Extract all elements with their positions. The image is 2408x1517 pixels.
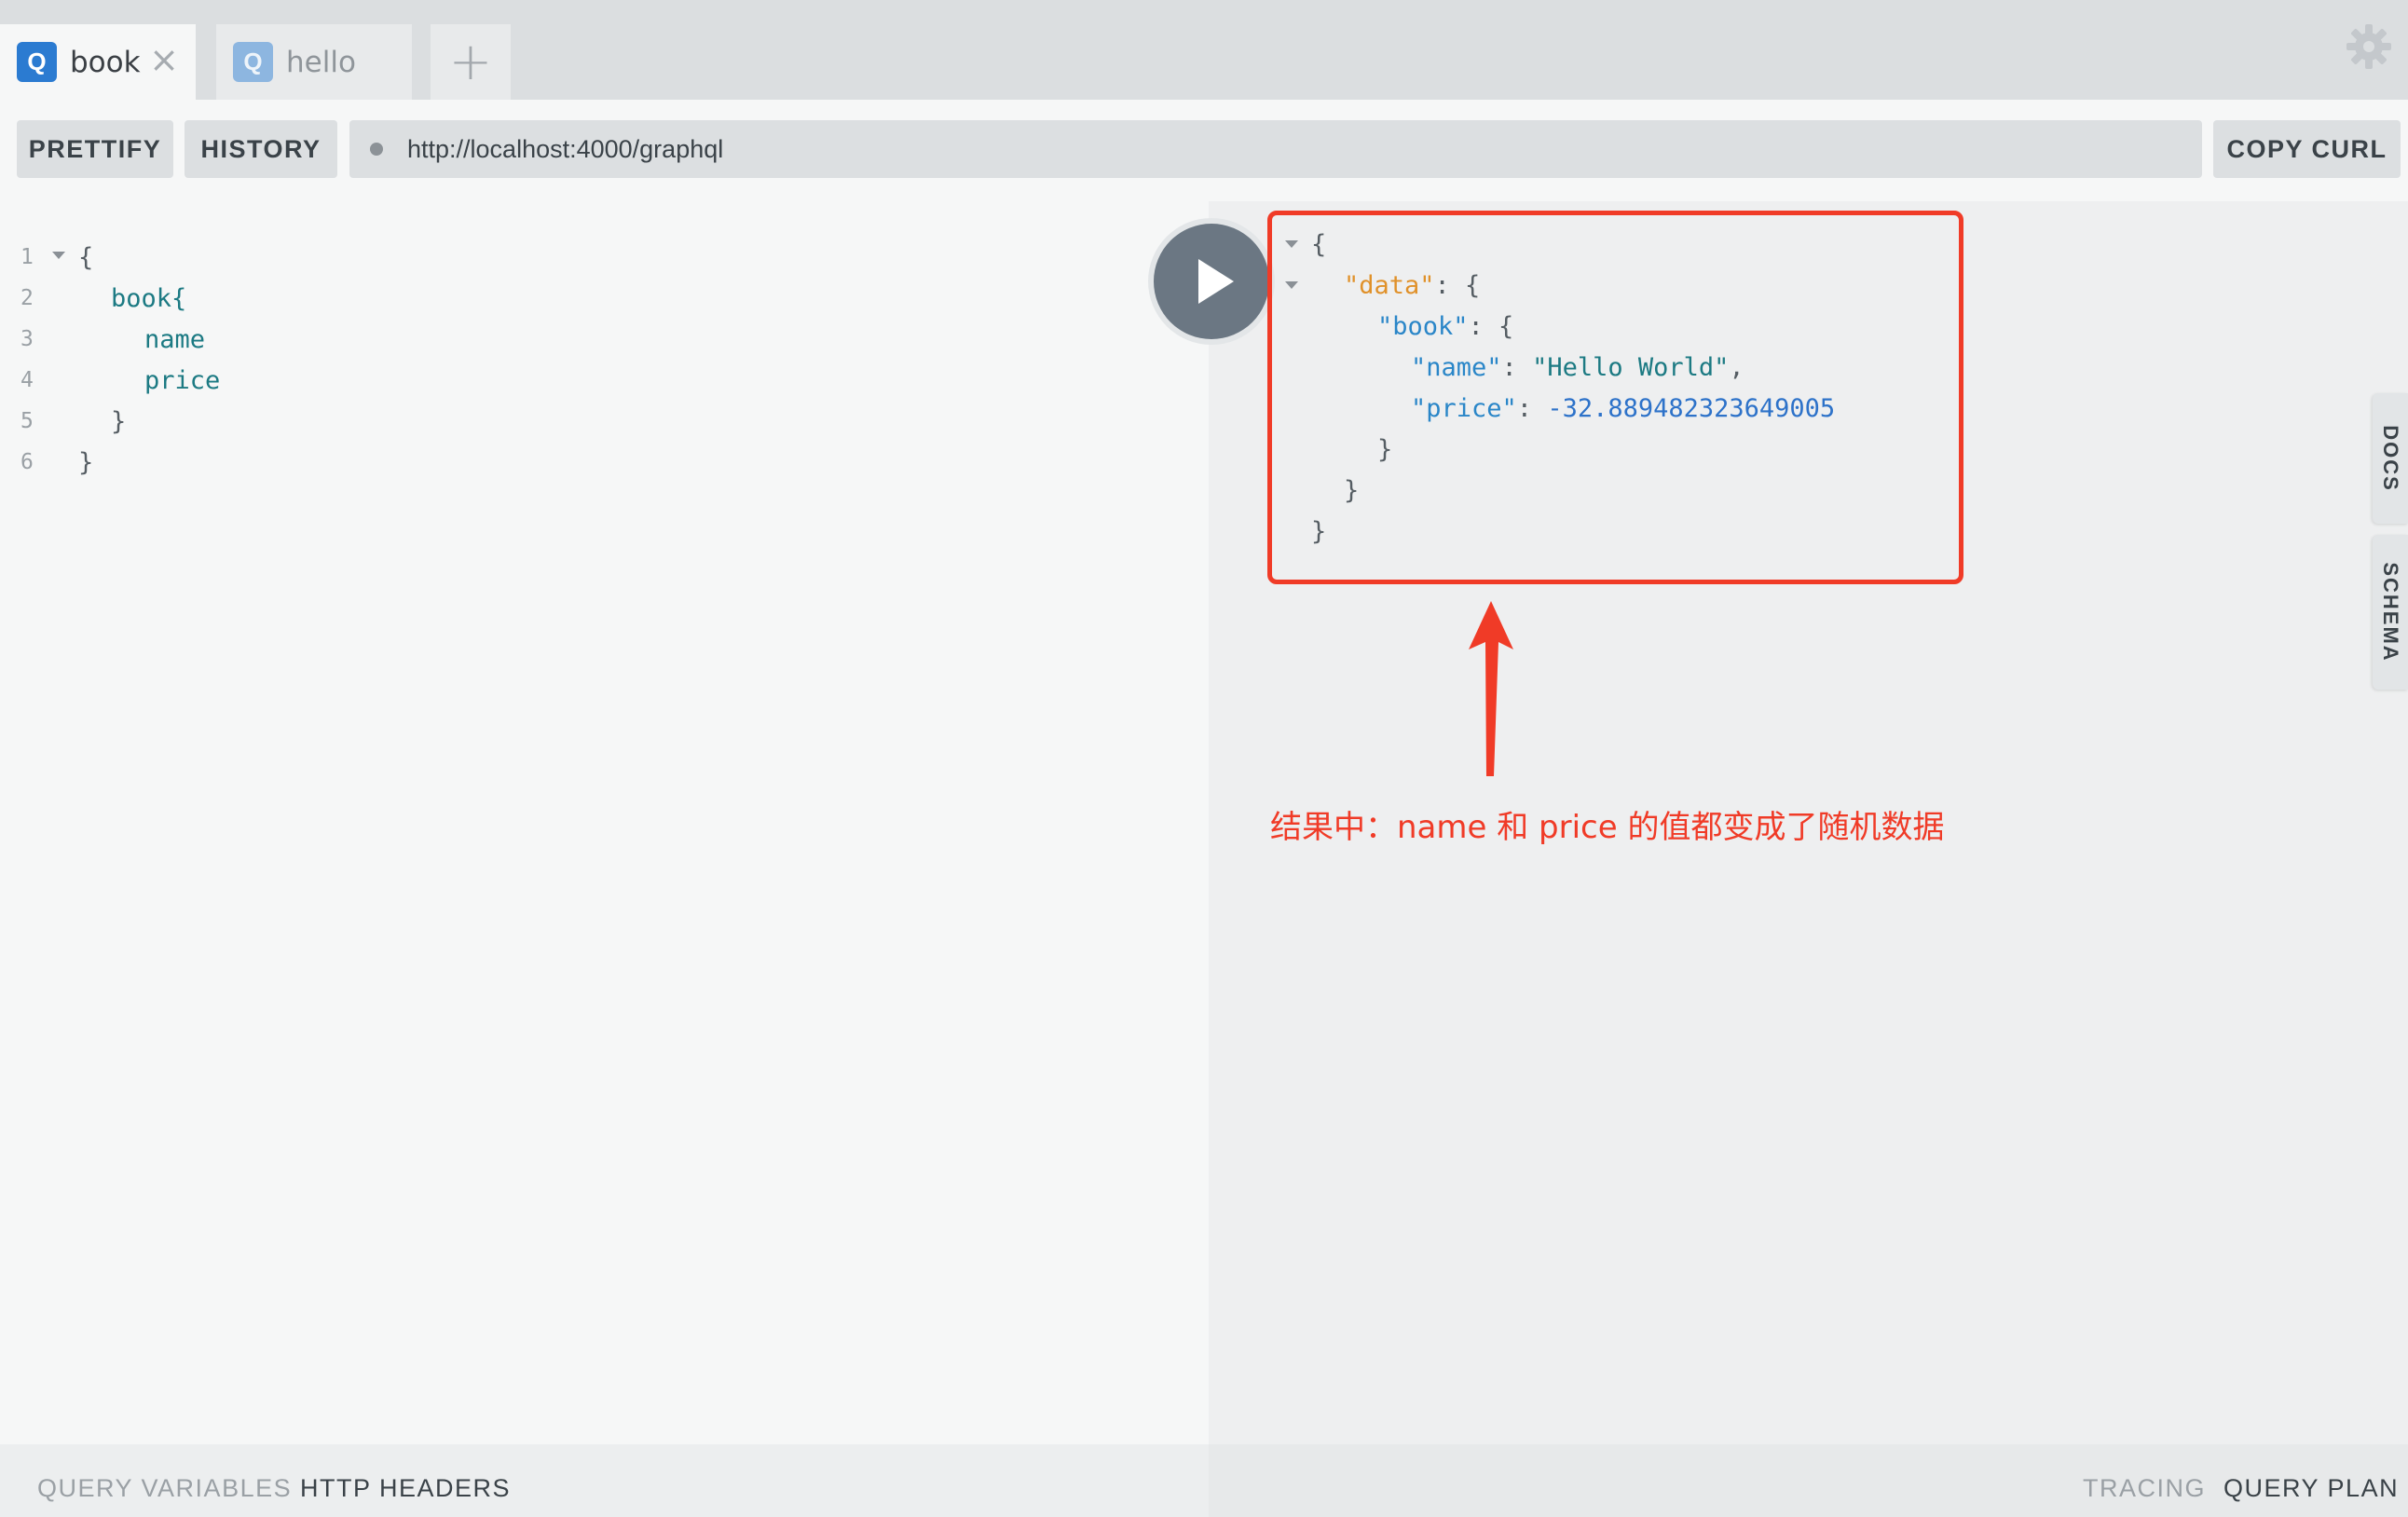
docs-tab[interactable]: DOCS [2373, 393, 2408, 524]
docs-tab-label: DOCS [2379, 425, 2402, 492]
line-number: 3 [21, 327, 34, 351]
code-text: } [78, 447, 94, 477]
annotation-text: 结果中：name 和 price 的值都变成了随机数据 [1270, 809, 1945, 846]
schema-tab-label: SCHEMA [2379, 562, 2402, 663]
endpoint-url-text: http://localhost:4000/graphql [407, 134, 724, 163]
code-text: name [144, 324, 206, 354]
code-text: { [78, 242, 94, 272]
line-number: 1 [21, 245, 34, 269]
highlight-box [1267, 211, 1963, 584]
execute-query-button[interactable] [1154, 224, 1269, 339]
toolbar: PRETTIFY HISTORY http://localhost:4000/g… [0, 100, 2408, 201]
code-text: } [111, 406, 127, 436]
add-tab-button[interactable]: + [431, 24, 511, 100]
query-badge-icon: Q [17, 42, 57, 82]
code-text: price [144, 365, 221, 395]
plus-icon: + [448, 32, 493, 92]
line-number: 6 [21, 450, 34, 474]
copy-curl-button[interactable]: COPY CURL [2213, 120, 2401, 178]
query-editor[interactable]: 1 { 2 book{ 3 name 4 price 5 } 6 } [0, 201, 1209, 1444]
schema-tab[interactable]: SCHEMA [2373, 535, 2408, 690]
tab-book[interactable]: Q book × [0, 24, 196, 100]
tab-hello[interactable]: Q hello [216, 24, 412, 100]
prettify-button[interactable]: PRETTIFY [17, 120, 173, 178]
play-icon [1198, 259, 1234, 304]
history-button[interactable]: HISTORY [185, 120, 337, 178]
query-badge-icon: Q [233, 42, 273, 82]
arrow-up-icon [1469, 601, 1513, 776]
tab-bar: Q book × Q hello + [0, 0, 2408, 100]
tab-label: hello [286, 45, 356, 79]
line-number: 4 [21, 368, 34, 392]
query-variables-tab[interactable]: QUERY VARIABLES [37, 1474, 292, 1503]
code-text: book{ [111, 283, 187, 313]
connection-status-icon [370, 143, 383, 156]
close-icon[interactable]: × [149, 42, 179, 77]
line-number: 2 [21, 286, 34, 310]
query-plan-tab[interactable]: QUERY PLAN [2223, 1474, 2399, 1503]
bottom-bar: QUERY VARIABLES HTTP HEADERS TRACING QUE… [0, 1444, 2408, 1517]
tracing-tab[interactable]: TRACING [2083, 1474, 2206, 1503]
gear-icon[interactable] [2345, 22, 2393, 71]
line-number: 5 [21, 409, 34, 433]
tab-label: book [70, 45, 141, 79]
http-headers-tab[interactable]: HTTP HEADERS [300, 1474, 511, 1503]
fold-arrow-icon[interactable] [52, 252, 65, 259]
endpoint-url-input[interactable]: http://localhost:4000/graphql [349, 120, 2202, 178]
